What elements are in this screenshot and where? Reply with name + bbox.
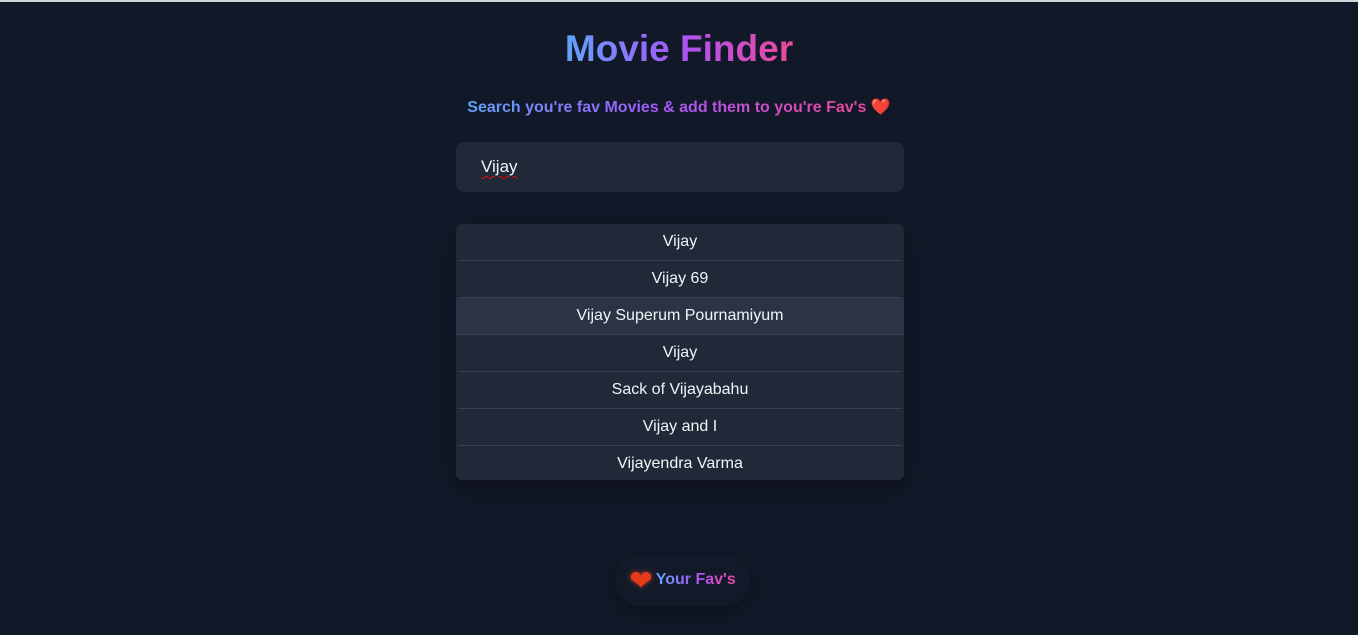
result-item[interactable]: Vijayendra Varma (458, 446, 902, 480)
heart-icon: ❤ (629, 564, 653, 596)
result-item[interactable]: Vijay Superum Pournamiyum (456, 298, 904, 335)
result-item[interactable]: Vijay (458, 224, 902, 261)
search-results-list: Vijay Vijay 69 Vijay Superum Pournamiyum… (456, 224, 904, 480)
result-item[interactable]: Vijay and I (458, 409, 902, 446)
result-item[interactable]: Vijay (458, 335, 902, 372)
favorites-button[interactable]: ❤ Your Fav's (615, 554, 750, 606)
heart-icon: ❤️ (870, 99, 891, 116)
result-item[interactable]: Sack of Vijayabahu (458, 372, 902, 409)
search-input[interactable]: Vijay (456, 142, 904, 192)
favorites-label: Your Fav's (655, 571, 736, 588)
page-title: Movie Finder (564, 28, 794, 69)
result-item[interactable]: Vijay 69 (458, 261, 902, 298)
search-input-value[interactable]: Vijay (481, 157, 518, 176)
page-subtitle: Search you're fav Movies & add them to y… (467, 99, 891, 116)
